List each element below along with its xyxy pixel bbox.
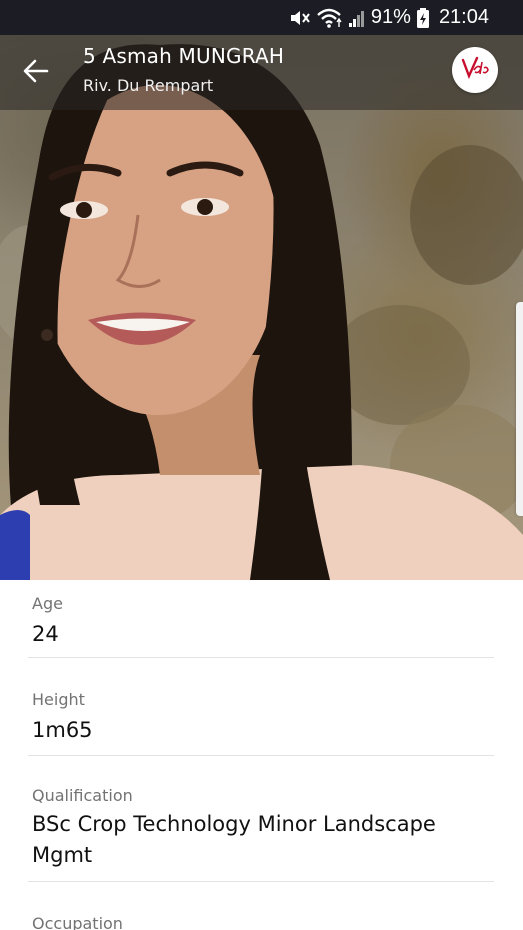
field-label: Occupation bbox=[32, 914, 123, 930]
field-label: Height bbox=[32, 690, 85, 709]
field-label: Age bbox=[32, 594, 63, 613]
field-value: 24 bbox=[32, 622, 59, 646]
vida-logo-button[interactable] bbox=[452, 47, 498, 93]
profile-details: Age 24 Height 1m65 Qualification BSc Cro… bbox=[0, 580, 523, 930]
field-height: Height 1m65 bbox=[28, 678, 494, 756]
signal-icon bbox=[348, 9, 365, 27]
field-qualification: Qualification BSc Crop Technology Minor … bbox=[28, 776, 494, 882]
scroll-handle[interactable] bbox=[516, 302, 523, 516]
app-bar: 5 Asmah MUNGRAH Riv. Du Rempart bbox=[0, 35, 523, 110]
field-occupation: Occupation bbox=[28, 904, 494, 930]
field-label: Qualification bbox=[32, 786, 133, 805]
status-bar: 91% 21:04 bbox=[0, 0, 523, 35]
battery-percent: 91% bbox=[370, 6, 411, 28]
clock: 21:04 bbox=[438, 6, 489, 28]
battery-icon bbox=[416, 7, 429, 28]
profile-photo bbox=[0, 35, 523, 580]
page-title: 5 Asmah MUNGRAH bbox=[83, 44, 285, 68]
vida-logo-icon bbox=[460, 56, 490, 84]
wifi-icon bbox=[317, 8, 343, 28]
back-button[interactable] bbox=[14, 51, 58, 95]
field-age: Age 24 bbox=[28, 580, 494, 658]
arrow-left-icon bbox=[23, 58, 49, 88]
mute-icon bbox=[289, 9, 311, 27]
field-value: BSc Crop Technology Minor Landscape Mgmt bbox=[32, 812, 436, 867]
page-subtitle: Riv. Du Rempart bbox=[83, 76, 214, 95]
field-value: 1m65 bbox=[32, 718, 93, 742]
